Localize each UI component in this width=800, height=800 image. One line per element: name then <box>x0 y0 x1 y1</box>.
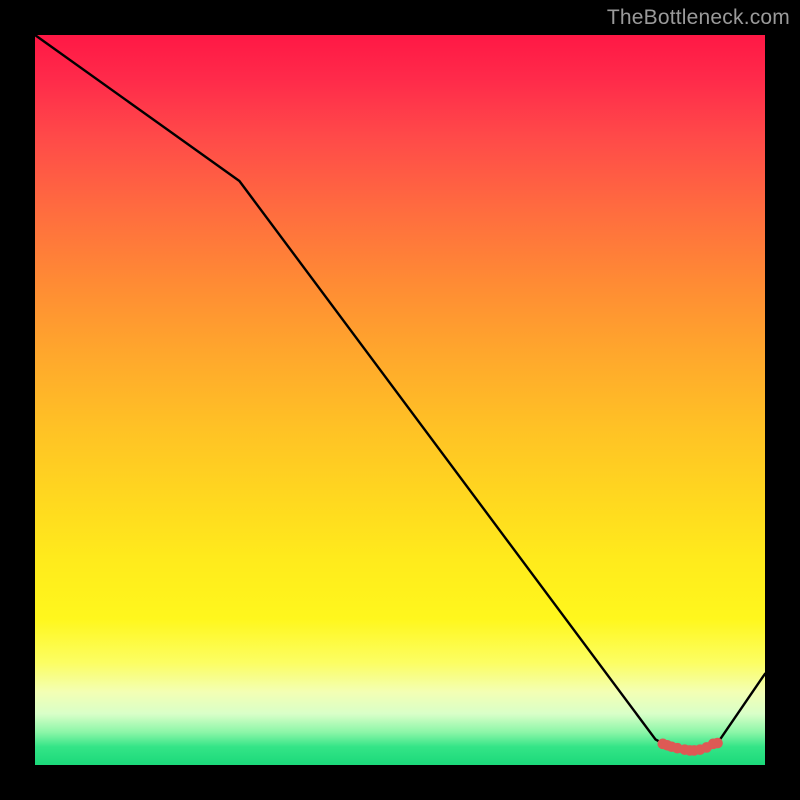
data-marker <box>712 738 723 749</box>
data-markers <box>658 738 723 756</box>
watermark-text: TheBottleneck.com <box>607 6 790 30</box>
chart-container: TheBottleneck.com <box>0 0 800 800</box>
data-line <box>35 35 765 750</box>
plot-area <box>35 35 765 765</box>
chart-svg <box>35 35 765 765</box>
